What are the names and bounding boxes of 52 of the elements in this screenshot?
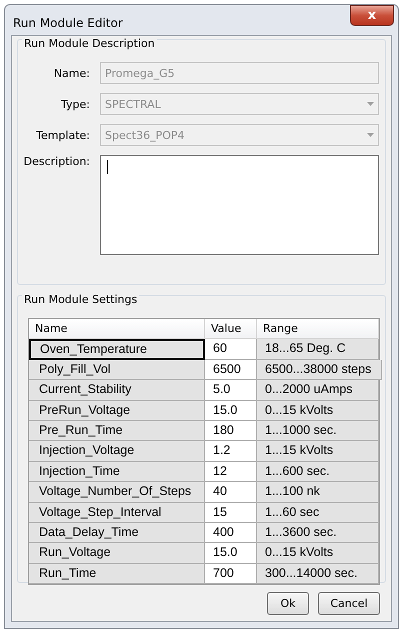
table-cell: 0...15 kVolts	[257, 400, 379, 421]
close-button[interactable]: x	[350, 5, 394, 26]
group-title: Run Module Settings	[22, 293, 140, 306]
value-field[interactable]: 15.0	[205, 543, 257, 564]
table-cell: 1...600 sec.	[257, 462, 379, 482]
value-field[interactable]: 15	[205, 502, 257, 523]
field-label: Name:	[52, 66, 91, 80]
table-cell[interactable]: Voltage_Number_Of_Steps	[29, 482, 205, 503]
dialog-button[interactable]: Cancel	[318, 592, 380, 615]
table-cell[interactable]: Oven_Temperature	[29, 339, 205, 360]
value-field[interactable]: 1.2	[205, 441, 257, 462]
value-field[interactable]: 180	[205, 420, 257, 442]
table-cell: 300...14000 sec.	[257, 564, 379, 584]
value-field[interactable]: 40	[205, 482, 257, 503]
dialog-button[interactable]: Ok	[267, 592, 309, 615]
table-cell: 18...65 Deg. C	[257, 339, 379, 360]
table-cell[interactable]: Injection_Time	[29, 462, 205, 482]
field-label: Template:	[35, 128, 91, 142]
table-cell: 1...1000 sec.	[257, 420, 379, 442]
value-field[interactable]: 12	[205, 462, 257, 482]
table-cell: 1...100 nk	[257, 482, 379, 503]
value-field[interactable]: 60	[205, 339, 257, 360]
table-cell[interactable]: Pre_Run_Time	[29, 420, 205, 442]
value-field[interactable]: 400	[205, 522, 257, 544]
value-field[interactable]: 6500	[205, 360, 257, 380]
table-cell: 0...2000 uAmps	[257, 380, 379, 401]
value-field[interactable]: 5.0	[205, 380, 257, 401]
table-cell: 1...15 kVolts	[257, 441, 379, 462]
table-cell[interactable]: Data_Delay_Time	[29, 522, 205, 544]
caret-icon	[367, 102, 374, 106]
table-cell: 0...15 kVolts	[257, 543, 379, 564]
table-cell[interactable]: Voltage_Step_Interval	[29, 502, 205, 523]
window-title: Run Module Editor	[13, 16, 123, 30]
caret-icon	[367, 133, 374, 137]
description-field[interactable]	[100, 155, 379, 255]
table-cell[interactable]: Run_Time	[29, 564, 205, 584]
table-cell: 1...60 sec	[257, 502, 379, 523]
table-cell: 6500...38000 steps	[257, 360, 382, 380]
table-cell[interactable]: Poly_Fill_Vol	[29, 360, 205, 380]
field-label: Description:	[22, 155, 91, 168]
column-header[interactable]: Range	[257, 319, 379, 340]
field-label: Type:	[60, 98, 91, 110]
value-field[interactable]: 700	[205, 564, 257, 584]
column-header[interactable]: Name	[29, 319, 205, 340]
group-title: Run Module Description	[22, 37, 157, 50]
value-field[interactable]: 15.0	[205, 400, 257, 421]
table-cell: 1...3600 sec.	[257, 522, 379, 544]
table-cell[interactable]: Injection_Voltage	[29, 441, 205, 462]
table-cell[interactable]: PreRun_Voltage	[29, 400, 205, 421]
table-cell[interactable]: Current_Stability	[29, 380, 205, 401]
column-header[interactable]: Value	[205, 319, 257, 340]
table-cell[interactable]: Run_Voltage	[29, 543, 205, 564]
